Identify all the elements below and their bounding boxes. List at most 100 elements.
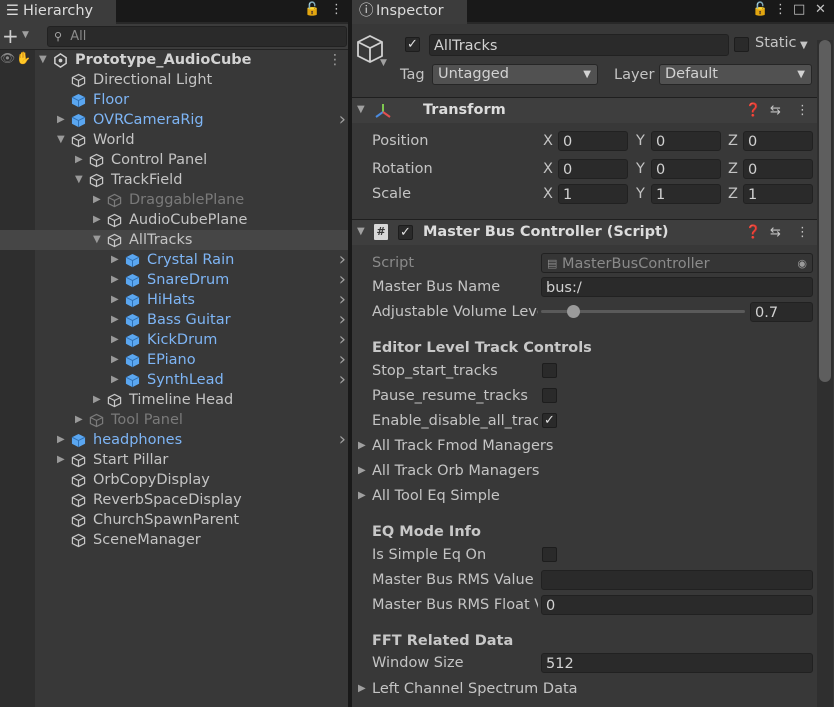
inspector-kebab-icon[interactable]: ⋮ — [774, 2, 787, 17]
add-dropdown-caret-icon[interactable]: ▼ — [22, 30, 29, 40]
hierarchy-row[interactable]: ▶ Timeline Head — [0, 390, 348, 410]
expand-right-icon[interactable]: ▶ — [111, 350, 119, 370]
axis-z-label[interactable]: Z — [728, 158, 738, 180]
scale-z-field[interactable]: 1 — [743, 184, 813, 204]
script-component-header[interactable]: ▼ # ✓ Master Bus Controller (Script) ❓ ⇆… — [352, 219, 817, 245]
hierarchy-row[interactable]: ▶ HiHats › — [0, 290, 348, 310]
axis-y-label[interactable]: Y — [636, 130, 645, 152]
open-prefab-chevron-icon[interactable]: › — [339, 430, 346, 450]
layer-dropdown[interactable]: Default ▼ — [659, 64, 812, 85]
master-bus-name-field[interactable]: bus:/ — [541, 277, 813, 297]
hierarchy-row[interactable]: ReverbSpaceDisplay — [0, 490, 348, 510]
hierarchy-row[interactable]: Directional Light — [0, 70, 348, 90]
inspector-scrollbar-thumb[interactable] — [819, 40, 831, 382]
static-dropdown-caret-icon[interactable]: ▼ — [800, 40, 808, 51]
tab-hierarchy[interactable]: ☰ Hierarchy — [0, 0, 116, 24]
hierarchy-row[interactable]: ▶ headphones › — [0, 430, 348, 450]
foldout-right-icon[interactable]: ▶ — [358, 678, 366, 700]
volume-slider-thumb[interactable] — [567, 305, 580, 318]
maximize-icon[interactable]: □ — [793, 2, 805, 17]
object-picker-icon[interactable]: ◉ — [797, 254, 807, 274]
pause-resume-checkbox[interactable] — [542, 388, 557, 403]
expand-right-icon[interactable]: ▶ — [57, 430, 65, 450]
volume-value-field[interactable]: 0.7 — [750, 302, 813, 322]
script-enabled-checkbox[interactable]: ✓ — [398, 225, 413, 240]
component-kebab-icon[interactable]: ⋮ — [796, 220, 809, 245]
expand-right-icon[interactable]: ▶ — [111, 270, 119, 290]
foldout-right-icon[interactable]: ▶ — [358, 460, 366, 482]
expand-right-icon[interactable]: ▶ — [111, 290, 119, 310]
open-prefab-chevron-icon[interactable]: › — [339, 110, 346, 130]
expand-down-icon[interactable]: ▼ — [75, 170, 83, 190]
hierarchy-row[interactable]: ▶ SynthLead › — [0, 370, 348, 390]
hierarchy-row[interactable]: Floor — [0, 90, 348, 110]
open-prefab-chevron-icon[interactable]: › — [339, 250, 346, 270]
hierarchy-row[interactable]: ▶ Control Panel — [0, 150, 348, 170]
tag-dropdown[interactable]: Untagged ▼ — [432, 64, 598, 85]
expand-right-icon[interactable]: ▶ — [57, 110, 65, 130]
stop-start-checkbox[interactable] — [542, 363, 557, 378]
expand-right-icon[interactable]: ▶ — [111, 250, 119, 270]
search-input[interactable]: ⚲ All — [47, 26, 347, 47]
expand-right-icon[interactable]: ▶ — [111, 310, 119, 330]
help-icon[interactable]: ❓ — [745, 98, 761, 123]
axis-y-label[interactable]: Y — [636, 158, 645, 180]
add-button[interactable]: + — [2, 24, 19, 48]
position-x-field[interactable]: 0 — [558, 131, 628, 151]
left-channel-foldout[interactable]: Left Channel Spectrum Data — [372, 678, 578, 700]
axis-y-label[interactable]: Y — [636, 183, 645, 205]
hierarchy-row[interactable]: ▶ OVRCameraRig › — [0, 110, 348, 130]
hierarchy-row[interactable]: ▶ Start Pillar — [0, 450, 348, 470]
hierarchy-row[interactable]: ▶ Crystal Rain › — [0, 250, 348, 270]
expand-right-icon[interactable]: ▶ — [111, 330, 119, 350]
scene-kebab-icon[interactable]: ⋮ — [328, 50, 342, 70]
axis-x-label[interactable]: X — [543, 183, 553, 205]
hierarchy-row[interactable]: ▶ DraggablePlane — [0, 190, 348, 210]
orb-managers-foldout[interactable]: All Track Orb Managers — [372, 460, 539, 482]
open-prefab-chevron-icon[interactable]: › — [339, 290, 346, 310]
kebab-menu-icon[interactable]: ⋮ — [330, 2, 343, 17]
position-z-field[interactable]: 0 — [743, 131, 813, 151]
expand-right-icon[interactable]: ▶ — [57, 450, 65, 470]
open-prefab-chevron-icon[interactable]: › — [339, 330, 346, 350]
hierarchy-row[interactable]: ▶ KickDrum › — [0, 330, 348, 350]
inspector-lock-icon[interactable]: 🔓 — [752, 2, 768, 17]
hierarchy-row[interactable]: ChurchSpawnParent — [0, 510, 348, 530]
expand-right-icon[interactable]: ▶ — [75, 150, 83, 170]
help-icon[interactable]: ❓ — [745, 220, 761, 245]
hierarchy-row[interactable]: ▶ EPiano › — [0, 350, 348, 370]
hierarchy-row[interactable]: ▼ World — [0, 130, 348, 150]
script-object-field[interactable]: ▤ MasterBusController ◉ — [541, 253, 813, 273]
hierarchy-row[interactable]: SceneManager — [0, 530, 348, 550]
object-name-field[interactable]: AllTracks — [429, 34, 729, 56]
open-prefab-chevron-icon[interactable]: › — [339, 270, 346, 290]
hierarchy-row[interactable]: OrbCopyDisplay — [0, 470, 348, 490]
component-kebab-icon[interactable]: ⋮ — [796, 98, 809, 123]
axis-x-label[interactable]: X — [543, 158, 553, 180]
fmod-managers-foldout[interactable]: All Track Fmod Managers — [372, 435, 553, 457]
foldout-right-icon[interactable]: ▶ — [358, 485, 366, 507]
expand-right-icon[interactable]: ▶ — [111, 370, 119, 390]
axis-z-label[interactable]: Z — [728, 130, 738, 152]
hierarchy-row[interactable]: ▼ TrackField — [0, 170, 348, 190]
open-prefab-chevron-icon[interactable]: › — [339, 370, 346, 390]
simple-eq-checkbox[interactable] — [542, 547, 557, 562]
preset-sliders-icon[interactable]: ⇆ — [770, 220, 781, 245]
hierarchy-row[interactable]: ▶ Tool Panel — [0, 410, 348, 430]
tool-eq-foldout[interactable]: All Tool Eq Simple — [372, 485, 500, 507]
expand-right-icon[interactable]: ▶ — [93, 390, 101, 410]
foldout-right-icon[interactable]: ▶ — [358, 435, 366, 457]
lock-icon[interactable]: 🔓 — [304, 2, 320, 17]
axis-z-label[interactable]: Z — [728, 183, 738, 205]
expand-down-icon[interactable]: ▼ — [39, 50, 47, 70]
hierarchy-row[interactable]: ▶ Bass Guitar › — [0, 310, 348, 330]
scale-x-field[interactable]: 1 — [558, 184, 628, 204]
expand-right-icon[interactable]: ▶ — [75, 410, 83, 430]
axis-x-label[interactable]: X — [543, 130, 553, 152]
close-icon[interactable]: ✕ — [815, 2, 826, 17]
transform-header[interactable]: ▼ Transform ❓ ⇆ ⋮ — [352, 97, 817, 123]
static-checkbox[interactable] — [734, 37, 749, 52]
open-prefab-chevron-icon[interactable]: › — [339, 350, 346, 370]
rotation-z-field[interactable]: 0 — [743, 159, 813, 179]
active-checkbox[interactable]: ✓ — [405, 37, 420, 52]
